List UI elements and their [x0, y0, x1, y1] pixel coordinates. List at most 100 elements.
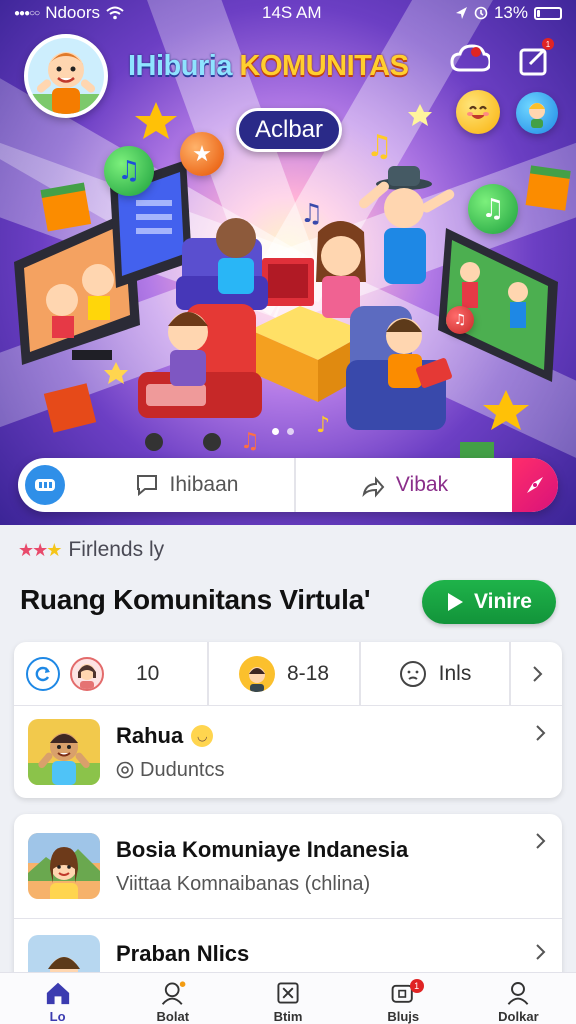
list-item[interactable]: Rahua ◡ Duduntcs [14, 706, 562, 798]
chevron-right-icon [536, 833, 546, 849]
status-bar: ●●●○○ Ndoors 14S AM 13% [0, 0, 576, 26]
stat-info[interactable]: Inls [361, 642, 511, 705]
nav-item-profile[interactable]: Bolat [115, 973, 230, 1024]
monitor-right-illustration [438, 228, 558, 382]
music-note-decoration: ♪ [316, 413, 330, 438]
stat-members[interactable]: 10 [14, 642, 209, 705]
list-item-subtitle: Duduntcs [116, 759, 225, 782]
compose-badge: 1 [542, 38, 554, 50]
hero-title: IHiburia KOMUNITAS [128, 50, 409, 83]
face-icon [399, 660, 426, 687]
share-arrow-icon [362, 476, 385, 498]
stat-age-range[interactable]: 8-18 [209, 642, 361, 705]
join-button[interactable]: Vinire [422, 580, 556, 624]
bottom-navigation: Lo Bolat Btim 1 Blujs Dolkar [0, 972, 576, 1024]
music-note-decoration: ♫ [240, 429, 260, 454]
list-item-title: Bosia Komuniaye Indanesia [116, 836, 409, 862]
age-avatar [238, 655, 275, 692]
list-item[interactable]: Bosia Komuniaye Indanesia Viittaa Komnai… [14, 814, 562, 918]
page-dot-active[interactable] [272, 428, 279, 435]
section-title: Ruang Komunitans Virtula' [20, 584, 371, 615]
user-avatar[interactable] [24, 34, 108, 118]
info-label: Inls [438, 661, 472, 685]
list-item-title: Rahua ◡ [116, 723, 225, 749]
list-item-title: Praban Nlics [116, 941, 250, 966]
nav-item-account[interactable]: Dolkar [461, 973, 576, 1024]
nav-item-notifications[interactable]: 1 Blujs [346, 973, 461, 1024]
friend-avatar-icon[interactable] [516, 92, 558, 134]
speech-bubble-icon [136, 475, 157, 497]
list-item-title-text: Rahua [116, 722, 184, 748]
list-item-thumbnail [28, 719, 100, 785]
account-icon [508, 982, 529, 1005]
star-rating-icon: ★★★ [18, 539, 62, 561]
chat-bubbles-icon [35, 479, 55, 491]
nav-label-account: Dolkar [498, 1009, 539, 1024]
friends-rating-row[interactable]: ★★★ Firlends ly [18, 538, 164, 562]
nav-label-notifications: Blujs [387, 1009, 420, 1024]
person-face-icon [529, 103, 545, 128]
carrier-name: Ndoors [45, 3, 101, 22]
chevron-right-icon [536, 725, 546, 741]
compass-button[interactable] [512, 458, 558, 512]
nav-label-games: Btim [273, 1009, 303, 1024]
carousel-page-indicator[interactable] [272, 428, 294, 435]
member-avatar [70, 656, 104, 691]
star-decoration [104, 362, 128, 384]
list-item-thumbnail [28, 833, 100, 899]
hat-boy-illustration [359, 166, 455, 284]
hero-title-part1: IHiburia [128, 50, 232, 82]
signal-dots-icon: ●●●○○ [14, 7, 40, 19]
list-item-subtitle-text: Duduntcs [140, 758, 225, 781]
compass-icon [527, 477, 543, 493]
battery-percent: 13% [493, 3, 528, 22]
friends-label: Firlends ly [68, 538, 165, 561]
music-bubble-icon: ♫ [468, 184, 518, 234]
hero-title-part2: KOMUNITAS [239, 50, 409, 82]
at-icon [116, 761, 134, 779]
refresh-icon [26, 656, 60, 691]
home-icon [46, 982, 69, 1005]
music-note-decoration: ♫ [366, 129, 393, 164]
nav-item-games[interactable]: Btim [230, 973, 345, 1024]
play-icon [448, 593, 463, 611]
nav-label-home: Lo [49, 1009, 66, 1024]
star-decoration [483, 390, 529, 430]
smile-face-icon [467, 105, 489, 119]
chat-bubble-button[interactable] [450, 40, 490, 80]
clock: 14S AM [262, 3, 322, 22]
location-arrow-icon [455, 7, 467, 19]
stats-row: 10 8-18 Inls [14, 642, 562, 706]
notifications-badge: 1 [409, 979, 424, 993]
girl-character-illustration [316, 221, 366, 318]
hero-action-bar: Ihibaan Vibak [18, 458, 558, 512]
music-bubble-icon: ♫ [104, 146, 154, 196]
battery-icon [534, 6, 562, 20]
star-decoration [135, 102, 177, 139]
wifi-icon [106, 6, 124, 20]
compose-button[interactable]: 1 [514, 38, 554, 80]
gift-box-illustration [43, 383, 97, 433]
nav-label-profile: Bolat [156, 1009, 190, 1024]
profile-icon [161, 981, 186, 1005]
hero-action-pill[interactable]: Aclbar [236, 108, 342, 152]
stats-more-button[interactable] [511, 642, 562, 705]
community-home-button[interactable] [25, 465, 65, 505]
chat-action[interactable]: Ihibaan [78, 458, 296, 512]
share-action[interactable]: Vibak [296, 458, 512, 512]
music-note-decoration: ♫ [300, 199, 323, 229]
music-bubble-icon: ♫ [446, 306, 474, 334]
share-action-label: Vibak [395, 473, 449, 496]
alarm-icon [474, 6, 488, 20]
age-range-value: 8-18 [286, 661, 330, 685]
star-decoration [408, 104, 432, 126]
community-card: 10 8-18 Inls Rahua ◡ Duduntcs [14, 642, 562, 798]
cloud-chat-icon [450, 44, 490, 72]
page-dot[interactable] [287, 428, 294, 435]
chat-action-label: Ihibaan [169, 473, 239, 496]
smile-emoji-icon[interactable] [456, 90, 500, 134]
hero-banner: ♫ ♫ ♫ ♪ ♫ ★ ♫ ♫ IHiburia KOMUNITAS 1 Acl… [0, 0, 576, 525]
nav-item-home[interactable]: Lo [0, 973, 115, 1024]
star-bubble-icon: ★ [180, 132, 224, 176]
smile-emoji-icon: ◡ [191, 724, 214, 747]
